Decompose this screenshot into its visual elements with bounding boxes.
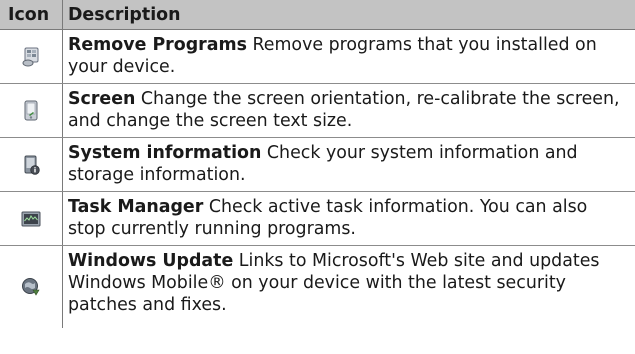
- setting-description: Change the screen orientation, re-calibr…: [68, 89, 620, 131]
- setting-name: Task Manager: [68, 197, 204, 217]
- setting-name: Screen: [68, 89, 136, 109]
- description-cell: Windows Update Links to Microsoft's Web …: [63, 246, 635, 328]
- description-cell: Screen Change the screen orientation, re…: [62, 83, 635, 138]
- remove-programs-icon: [20, 46, 42, 68]
- icon-cell: [0, 191, 63, 246]
- system-information-icon: [20, 154, 42, 176]
- icon-cell: [0, 29, 63, 84]
- table-row: Screen Change the screen orientation, re…: [0, 83, 635, 138]
- setting-name: System information: [68, 143, 262, 163]
- windows-update-icon: [20, 276, 42, 298]
- table-header-row: Icon Description: [0, 0, 635, 30]
- table-row: Task Manager Check active task informati…: [0, 191, 635, 246]
- screen-icon: [20, 100, 42, 122]
- document-page: Icon Description Remove Programs Remove …: [0, 0, 635, 354]
- table-row: System information Check your system inf…: [0, 137, 635, 192]
- description-cell: Remove Programs Remove programs that you…: [62, 29, 635, 84]
- table-row: Remove Programs Remove programs that you…: [0, 29, 635, 84]
- icon-cell: [0, 137, 63, 192]
- description-column-header: Description: [62, 0, 635, 30]
- icon-column-header: Icon: [0, 0, 63, 30]
- icon-cell: [0, 245, 63, 328]
- task-manager-icon: [20, 208, 42, 230]
- description-cell: System information Check your system inf…: [62, 137, 635, 192]
- setting-name: Remove Programs: [68, 35, 247, 55]
- table-row: Windows Update Links to Microsoft's Web …: [0, 245, 635, 328]
- description-cell: Task Manager Check active task informati…: [62, 191, 635, 246]
- settings-table: Icon Description Remove Programs Remove …: [0, 0, 635, 328]
- icon-cell: [0, 83, 63, 138]
- setting-name: Windows Update: [68, 251, 234, 271]
